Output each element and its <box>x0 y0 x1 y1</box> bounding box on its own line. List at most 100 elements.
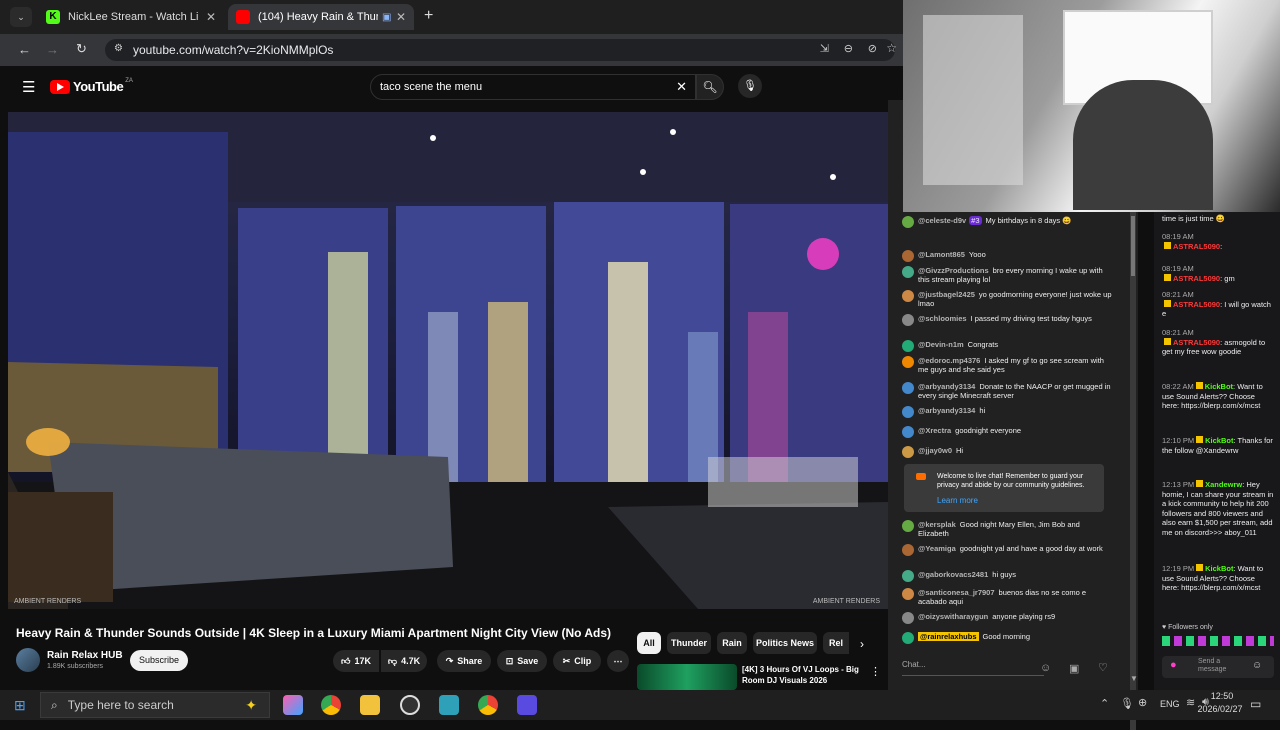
eye-off-icon[interactable]: ⊘ <box>868 42 877 55</box>
taskbar-search[interactable]: ⌕ Type here to search ✦ <box>40 692 270 718</box>
bookmark-star-icon[interactable]: ☆ <box>886 41 897 55</box>
subscribe-button[interactable]: Subscribe <box>130 650 188 671</box>
notifications-icon[interactable]: ▭ <box>1250 697 1261 711</box>
install-icon[interactable]: ⇲ <box>820 42 829 55</box>
avatar[interactable] <box>902 588 914 600</box>
chat-username[interactable]: @justbagel2425 <box>918 290 975 299</box>
chat-username[interactable]: @kersplak <box>918 520 956 529</box>
kick-username[interactable]: ASTRAL5090 <box>1173 242 1220 251</box>
scroll-down-icon[interactable]: ▼ <box>1130 674 1138 683</box>
avatar[interactable] <box>902 266 914 278</box>
file-explorer-icon[interactable] <box>360 695 380 715</box>
app-icon[interactable] <box>517 695 537 715</box>
kick-username[interactable]: ASTRAL5090 <box>1173 300 1220 309</box>
chat-username[interactable]: @gaborkovacs2481 <box>918 570 988 579</box>
live-chat-scroll-thumb[interactable] <box>1131 216 1135 276</box>
like-button[interactable]: 👍︎ 17K <box>333 650 379 672</box>
back-icon[interactable]: ← <box>18 42 31 57</box>
url-field[interactable]: ⚙ youtube.com/watch?v=2KioNMMplOs ⇲ ⊖ ⊘ … <box>105 39 897 61</box>
mic-tray-icon[interactable]: 🎙︎ <box>1120 697 1134 710</box>
tray-chevron-icon[interactable]: ⌃ <box>1100 697 1109 710</box>
share-button[interactable]: ↷ Share <box>437 650 491 672</box>
chat-username[interactable]: @Yeamiga <box>918 544 956 553</box>
dislike-button[interactable]: 👎︎ 4.7K <box>381 650 427 672</box>
kick-username[interactable]: Xandewrw <box>1205 480 1242 489</box>
chat-username[interactable]: @Xrectra <box>918 426 951 435</box>
kick-username[interactable]: KickBot <box>1205 382 1233 391</box>
avatar[interactable] <box>902 216 914 228</box>
search-button[interactable]: 🔍︎ <box>696 74 724 100</box>
language-indicator[interactable]: ENG <box>1160 699 1180 709</box>
heart-icon[interactable]: ♡ <box>1098 661 1108 674</box>
chat-input[interactable]: Chat... <box>902 660 1044 676</box>
zoom-icon[interactable]: ⊖ <box>844 42 853 55</box>
chat-username[interactable]: @edoroc.mp4376 <box>918 356 980 365</box>
super-chat-icon[interactable]: ▣ <box>1069 662 1079 675</box>
avatar[interactable] <box>902 406 914 418</box>
send-message-input[interactable]: ● Send a message ☺ <box>1162 656 1274 678</box>
avatar[interactable] <box>902 446 914 458</box>
windows-start-icon[interactable]: ⊞ <box>14 697 26 714</box>
chip-all[interactable]: All <box>637 632 661 654</box>
rec-more-icon[interactable]: ⋮ <box>870 665 881 678</box>
avatar[interactable] <box>902 426 914 438</box>
chat-username[interactable]: @oizyswitharaygun <box>918 612 988 621</box>
kick-username[interactable]: ASTRAL5090 <box>1173 338 1220 347</box>
save-button[interactable]: ⊡ Save <box>497 650 547 672</box>
notice-learn-more[interactable]: Learn more <box>937 496 978 505</box>
live-chat-scrollbar[interactable] <box>1130 210 1136 730</box>
chrome-icon-2[interactable] <box>478 695 498 715</box>
chat-username[interactable]: @arbyandy3134 <box>918 382 975 391</box>
close-icon[interactable]: ✕ <box>206 10 216 24</box>
reload-icon[interactable]: ↻ <box>76 41 87 57</box>
kick-username[interactable]: KickBot <box>1205 436 1233 445</box>
chip-thunder[interactable]: Thunder <box>667 632 711 654</box>
avatar[interactable] <box>902 612 914 624</box>
emoji-icon[interactable]: ☺ <box>1040 662 1051 674</box>
forward-icon[interactable]: → <box>46 42 59 57</box>
more-actions-button[interactable]: ⋯ <box>607 650 629 672</box>
rec-thumbnail[interactable] <box>637 664 737 690</box>
avatar[interactable] <box>902 632 914 644</box>
clip-button[interactable]: ✂ Clip <box>553 650 601 672</box>
tab-youtube[interactable]: (104) Heavy Rain & Thunde ▣ ✕ <box>228 4 414 30</box>
copilot-icon[interactable] <box>283 695 303 715</box>
chip-rain[interactable]: Rain <box>717 632 747 654</box>
avatar[interactable] <box>902 382 914 394</box>
site-info-icon[interactable]: ⚙ <box>114 43 123 54</box>
chevron-right-icon[interactable]: › <box>860 637 864 651</box>
channel-avatar[interactable] <box>16 648 40 672</box>
tab-list-button[interactable]: ⌄ <box>10 7 32 27</box>
menu-icon[interactable]: ☰ <box>22 78 35 96</box>
close-icon[interactable]: ✕ <box>396 10 406 24</box>
video-player[interactable]: AMBIENT RENDERS AMBIENT RENDERS <box>8 112 888 609</box>
chat-username[interactable]: @Lamont865 <box>918 250 965 259</box>
search-input[interactable]: taco scene the menu ✕ <box>370 74 696 100</box>
emoji-button-icon[interactable]: ☺ <box>1252 660 1262 671</box>
obs-icon[interactable] <box>400 695 420 715</box>
chrome-icon[interactable] <box>321 695 341 715</box>
chat-username[interactable]: @celeste-d9v <box>918 216 966 225</box>
kick-username[interactable]: ASTRAL5090 <box>1173 274 1220 283</box>
chat-username[interactable]: @schloomies <box>918 314 967 323</box>
youtube-logo[interactable]: YouTube ZA <box>50 78 133 94</box>
clear-search-icon[interactable]: ✕ <box>676 79 687 95</box>
chat-username[interactable]: @arbyandy3134 <box>918 406 975 415</box>
chip-rel[interactable]: Rel <box>823 632 849 654</box>
tab-nicklee[interactable]: K NickLee Stream - Watch Live on ✕ <box>38 4 224 30</box>
avatar[interactable] <box>902 544 914 556</box>
chat-username[interactable]: @rainrelaxhubs <box>918 632 979 641</box>
avatar[interactable] <box>902 356 914 368</box>
avatar[interactable] <box>902 314 914 326</box>
avatar[interactable] <box>902 290 914 302</box>
chat-username[interactable]: @GivzzProductions <box>918 266 989 275</box>
clock-time[interactable]: 12:50 <box>1202 691 1242 701</box>
new-tab-button[interactable]: + <box>424 7 433 25</box>
voice-search-button[interactable]: 🎙︎ <box>738 74 762 98</box>
avatar[interactable] <box>902 340 914 352</box>
avatar[interactable] <box>902 250 914 262</box>
chat-username[interactable]: @Devin-n1m <box>918 340 964 349</box>
clock-date[interactable]: 2026/02/27 <box>1190 704 1250 714</box>
avatar[interactable] <box>902 570 914 582</box>
chip-politics-news[interactable]: Politics News <box>753 632 817 654</box>
